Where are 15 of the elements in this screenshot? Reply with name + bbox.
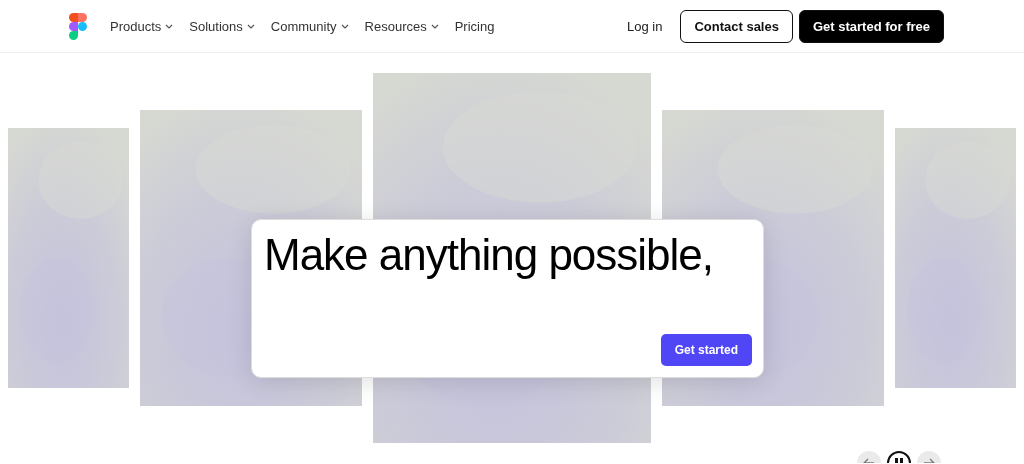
get-started-free-button[interactable]: Get started for free [798,9,944,43]
nav-item[interactable]: Pricing [454,18,495,34]
get-started-button[interactable]: Get started [660,334,752,366]
chevron-down-icon [165,23,174,29]
nav-item[interactable]: Community [270,18,349,34]
logo-icon[interactable] [69,12,87,40]
chevron-down-icon [246,23,255,29]
nav-item[interactable]: Solutions [189,18,255,34]
chevron-down-icon [340,23,349,29]
chevron-down-icon [430,23,439,29]
contact-sales-button[interactable]: Contact sales [680,9,793,43]
nav-item[interactable]: Products [110,18,174,34]
login-link[interactable]: Log in [627,18,663,34]
nav-item[interactable]: Resources [364,18,439,34]
headline: Make anything possible, [264,230,715,280]
